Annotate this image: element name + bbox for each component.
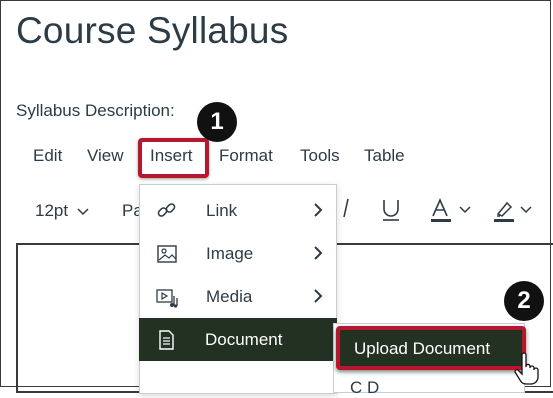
menu-edit[interactable]: Edit	[33, 146, 62, 166]
menu-format[interactable]: Format	[219, 146, 273, 166]
italic-icon	[343, 198, 349, 218]
font-size-select[interactable]: 12pt	[35, 201, 89, 221]
upload-document-label: Upload Document	[354, 339, 491, 358]
menu-tools[interactable]: Tools	[300, 146, 340, 166]
insert-menu-link[interactable]: Link	[140, 189, 336, 232]
image-icon	[157, 245, 177, 263]
chevron-down-icon	[77, 207, 89, 215]
document-label: Document	[205, 330, 283, 349]
insert-menu-document[interactable]: Document	[139, 318, 337, 361]
text-color-button[interactable]	[430, 198, 474, 224]
document-icon	[159, 330, 174, 350]
underline-icon	[383, 200, 399, 221]
text-color-icon	[431, 198, 471, 222]
insert-menu-media[interactable]: Media	[140, 275, 336, 318]
upload-document-item[interactable]: Upload Document	[336, 326, 526, 370]
image-label: Image	[206, 244, 254, 263]
italic-button[interactable]	[338, 196, 352, 220]
hand-pointer-icon	[514, 352, 539, 385]
media-label: Media	[206, 287, 253, 306]
media-icon	[156, 289, 178, 308]
page-title: Course Syllabus	[16, 10, 289, 51]
highlighter-icon	[494, 201, 532, 222]
step-two-badge: 2	[504, 281, 544, 321]
insert-menu-dropdown: Link Image Media Document	[139, 184, 337, 394]
highlight-color-button[interactable]	[493, 198, 537, 224]
step-one-badge: 1	[197, 102, 237, 142]
menu-view[interactable]: View	[87, 146, 124, 166]
syllabus-description-label: Syllabus Description:	[16, 101, 175, 120]
link-icon	[157, 203, 176, 217]
insert-highlight-box	[138, 138, 209, 178]
submenu-next-item-partial[interactable]: C D	[350, 378, 379, 398]
font-size-value: 12pt	[35, 201, 69, 220]
insert-menu-image[interactable]: Image	[140, 232, 336, 275]
menu-table[interactable]: Table	[364, 146, 405, 166]
link-label: Link	[206, 201, 238, 220]
chevron-right-icon	[314, 246, 323, 260]
chevron-right-icon	[314, 289, 323, 303]
underline-button[interactable]	[381, 198, 401, 222]
chevron-right-icon	[314, 203, 323, 217]
